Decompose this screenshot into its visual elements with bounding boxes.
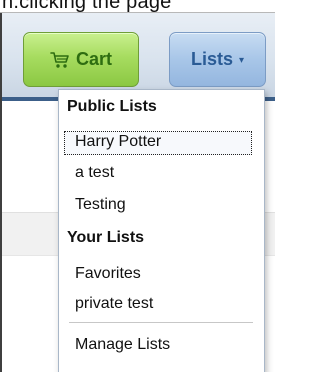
lists-label: Lists bbox=[190, 49, 233, 69]
lists-dropdown-menu: Public Lists Harry Potter a test Testing… bbox=[58, 89, 265, 372]
public-list-item[interactable]: a test bbox=[75, 164, 114, 182]
manage-lists-link[interactable]: Manage Lists bbox=[75, 336, 170, 354]
amazon-lists-dropdown-screen: n.clicking the page Cart Lists ▾ Public … bbox=[0, 0, 275, 372]
left-edge bbox=[0, 13, 2, 372]
chevron-down-icon: ▾ bbox=[238, 55, 245, 66]
your-list-item[interactable]: private test bbox=[75, 295, 153, 313]
public-lists-heading: Public Lists bbox=[67, 98, 157, 115]
public-list-item[interactable]: Testing bbox=[75, 196, 126, 214]
cart-button[interactable]: Cart bbox=[23, 32, 139, 87]
your-list-item[interactable]: Favorites bbox=[75, 265, 141, 283]
lists-button[interactable]: Lists ▾ bbox=[169, 32, 266, 87]
menu-divider bbox=[69, 322, 253, 323]
public-list-item[interactable]: Harry Potter bbox=[75, 133, 161, 151]
your-lists-heading: Your Lists bbox=[67, 229, 145, 246]
cart-label: Cart bbox=[75, 49, 112, 69]
shopping-cart-icon bbox=[50, 51, 69, 68]
